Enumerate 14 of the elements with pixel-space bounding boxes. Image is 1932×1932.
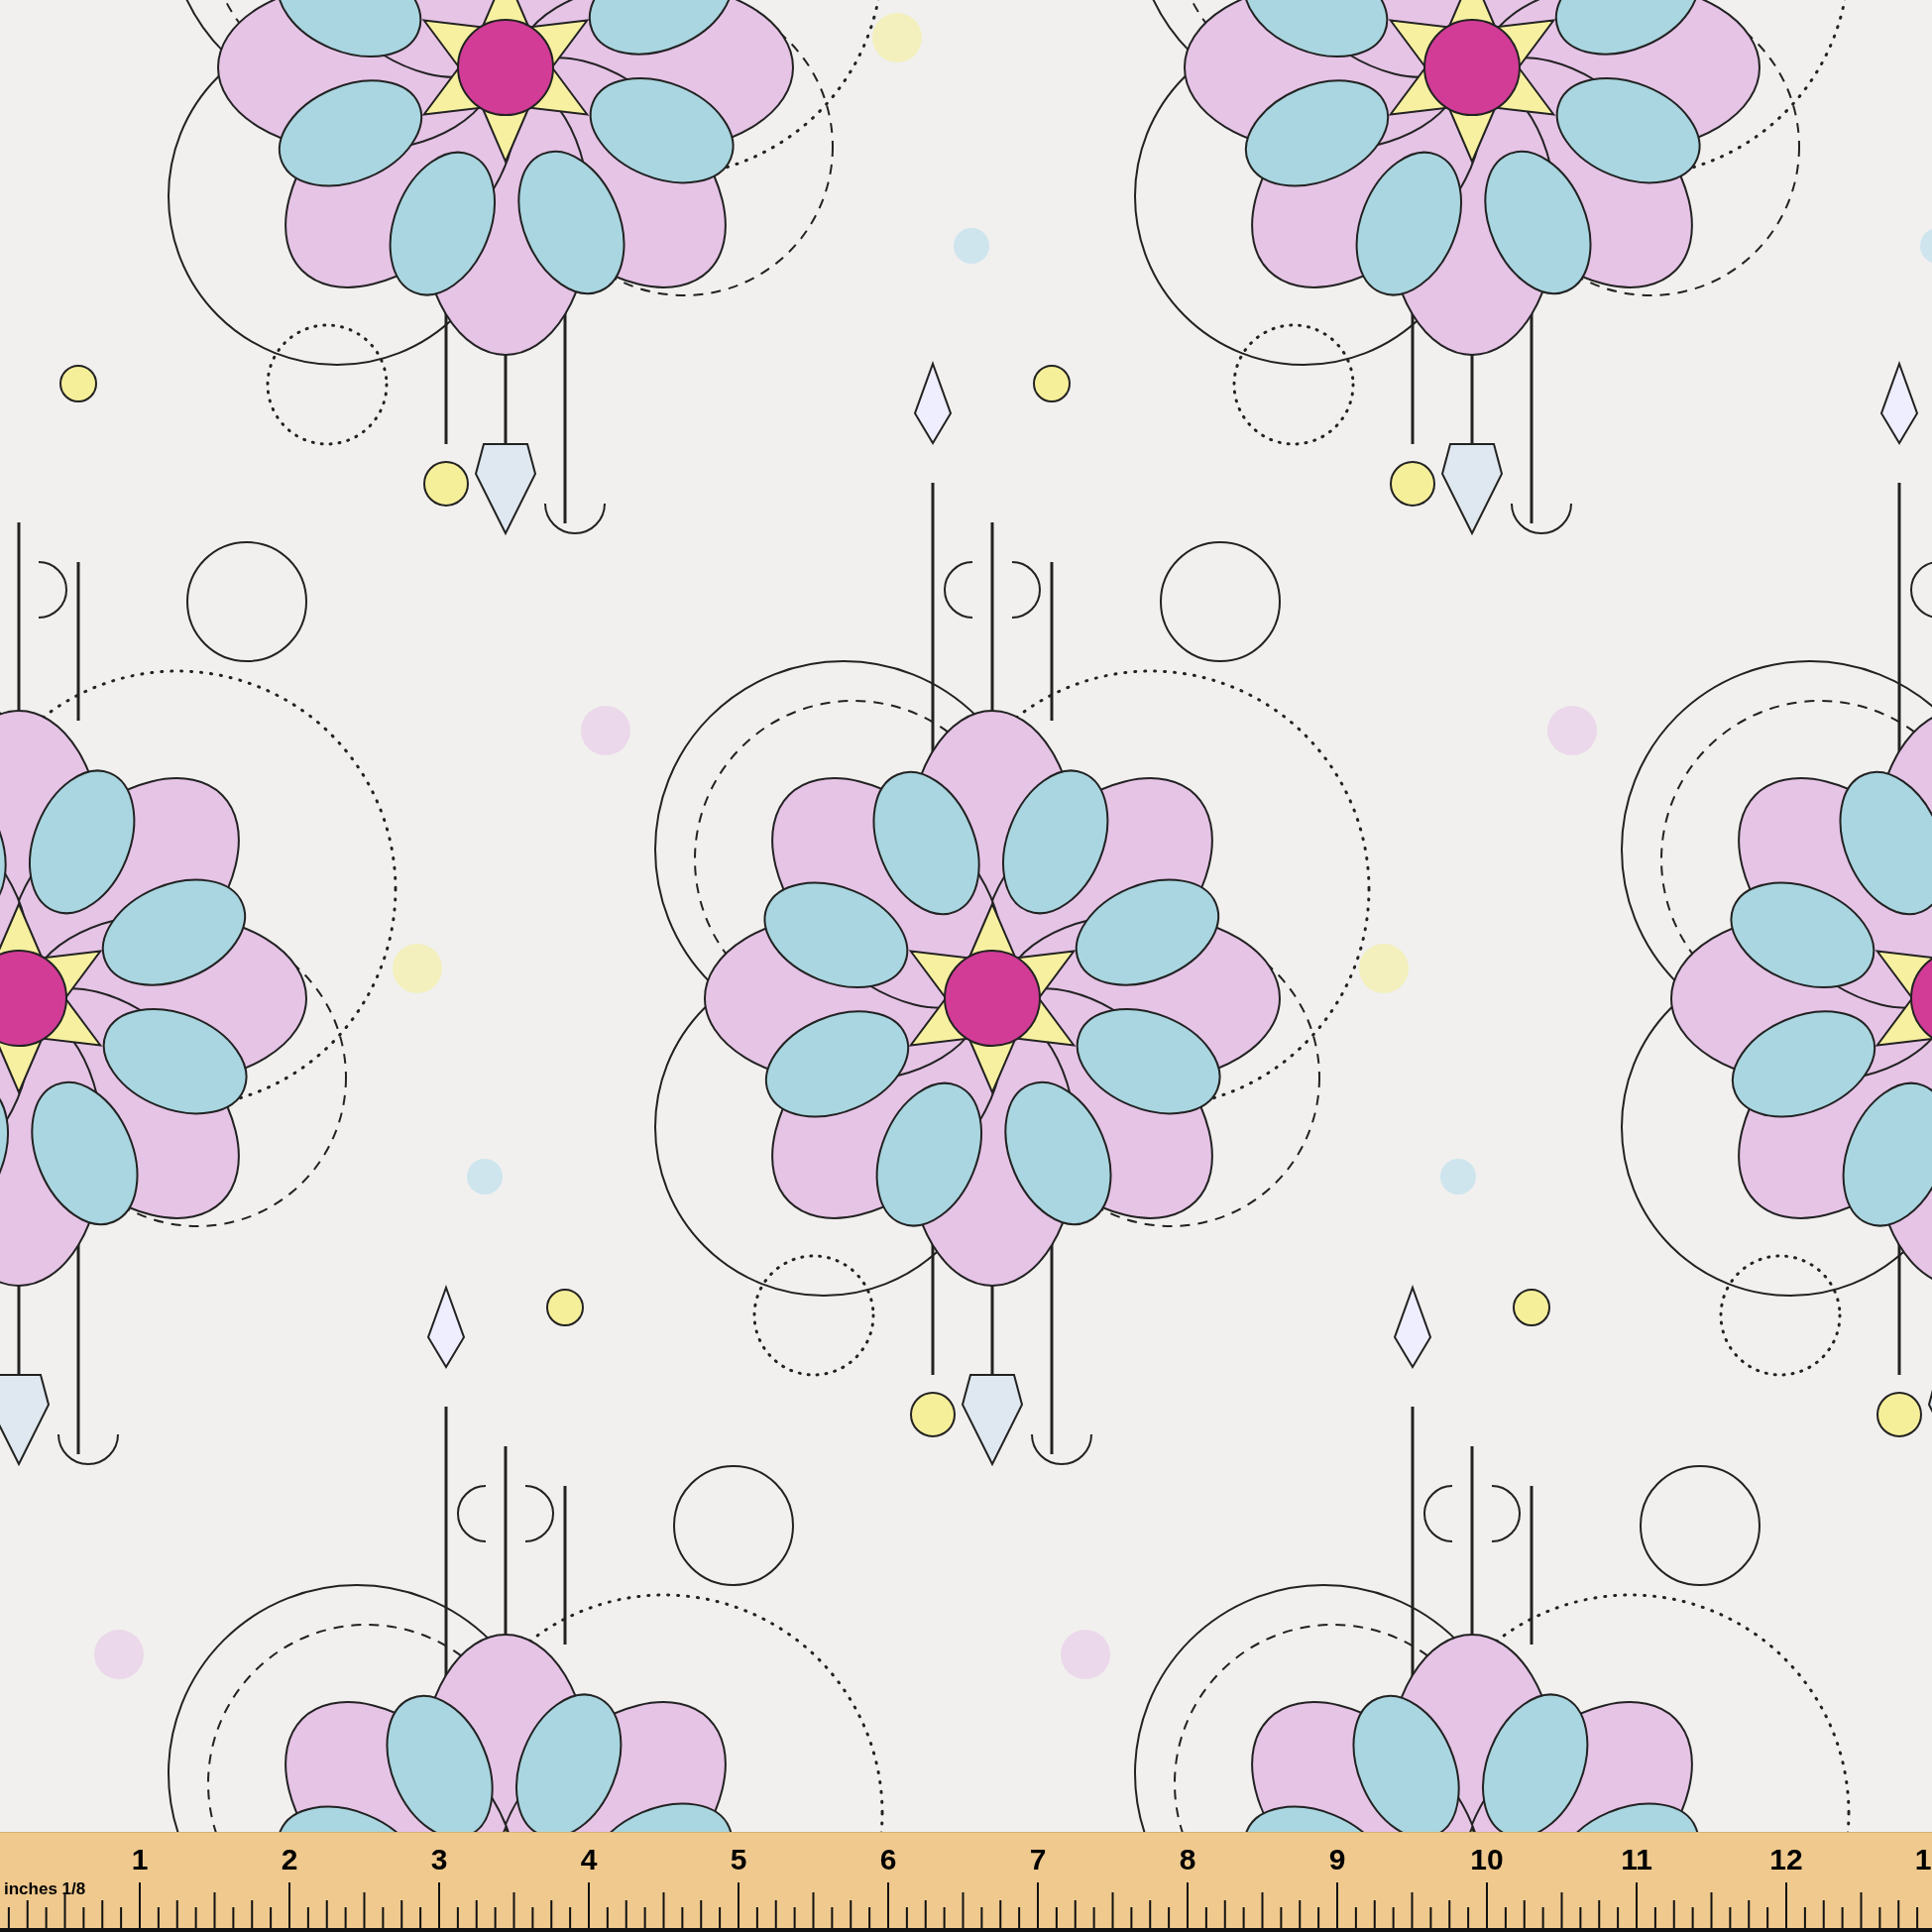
ruler-number: 11 [1621,1845,1652,1875]
ruler-number: 9 [1328,1845,1346,1875]
ruler-number: 12 [1769,1845,1803,1875]
ruler-number: 6 [879,1845,897,1875]
ruler-number: 3 [430,1845,448,1875]
ruler-number: 7 [1029,1845,1047,1875]
ruler-number: 10 [1470,1845,1504,1875]
ruler-number: 8 [1179,1845,1196,1875]
ruler-number: 4 [580,1845,598,1875]
ruler-number: 2 [281,1845,298,1875]
ruler-number: 1 [1914,1845,1932,1875]
ruler-unit-label: inches 1/8 [4,1880,86,1897]
ruler-number: 1 [131,1845,149,1875]
ruler-number: 5 [730,1845,747,1875]
